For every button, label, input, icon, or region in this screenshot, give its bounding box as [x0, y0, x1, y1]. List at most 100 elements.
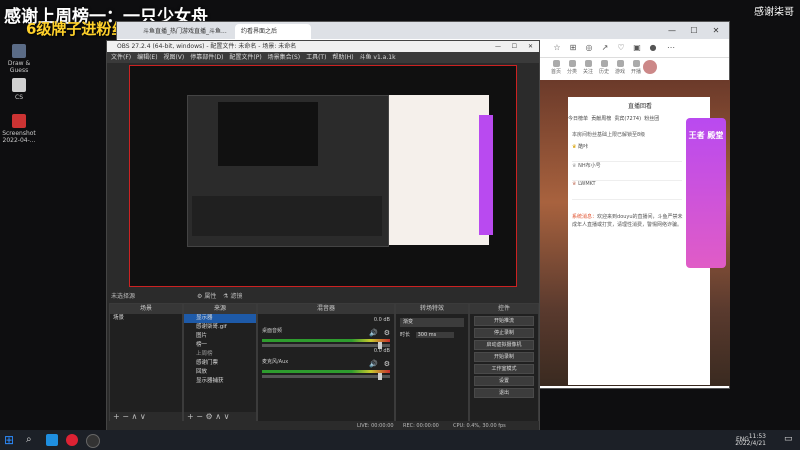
maximize-icon[interactable]: ☐ [683, 22, 705, 39]
menu-douyu[interactable]: 斗鱼 v1.a.1k [359, 54, 395, 61]
menu-edit[interactable]: 编辑(E) [137, 54, 157, 61]
site-nav-home[interactable]: 首页 [549, 60, 563, 75]
tab-vip[interactable]: 贵宾(7274) [614, 116, 641, 122]
site-nav-follow[interactable]: 关注 [581, 60, 595, 75]
windows-start-icon[interactable]: ⊞ [4, 434, 16, 446]
share-icon[interactable]: ↗ [599, 42, 611, 54]
plus-icon[interactable]: + [113, 412, 120, 421]
source-selection-label: 未选择源 [111, 293, 136, 300]
minus-icon[interactable]: − [122, 412, 129, 421]
obs-preview-canvas[interactable] [129, 65, 517, 287]
minimize-icon[interactable]: — [495, 41, 501, 52]
crown-icon: ♛ [572, 144, 577, 150]
close-icon[interactable]: ✕ [705, 22, 727, 39]
exit-button[interactable]: 退出 [474, 388, 534, 398]
gear-icon[interactable]: ⚙ [384, 329, 390, 337]
studio-mode-button[interactable]: 工作室模式 [474, 364, 534, 374]
desktop-icon-cs[interactable]: CS [0, 78, 38, 101]
maximize-icon[interactable]: ☐ [512, 41, 517, 52]
source-item[interactable]: 榜一 [184, 341, 256, 350]
site-nav-game[interactable]: 游戏 [613, 60, 627, 75]
source-item[interactable]: 显示器捕获 [184, 377, 256, 386]
browser-tab-douyu[interactable]: 斗鱼直播_热门游戏直播_斗鱼... [137, 24, 239, 39]
source-item[interactable]: 显示器 [184, 314, 256, 323]
transition-select[interactable]: 渐变 [400, 318, 464, 327]
arrow-down-icon[interactable]: ∨ [224, 412, 230, 421]
obs-icon[interactable] [86, 434, 100, 448]
list-item[interactable]: ♛ LWMKT [572, 181, 682, 200]
minus-icon[interactable]: − [196, 412, 203, 421]
list-item[interactable]: ♛ NH布小号 [572, 162, 682, 181]
volume-meter [262, 339, 390, 342]
star-icon[interactable]: ☆ [551, 42, 563, 54]
source-item[interactable]: 感谢门票 [184, 359, 256, 368]
taskbar-clock[interactable]: 11:53 2022/4/21 [735, 433, 766, 447]
scene-item[interactable]: 场景 [110, 314, 182, 323]
menu-view[interactable]: 视图(V) [163, 54, 184, 61]
arrow-up-icon[interactable]: ∧ [132, 412, 138, 421]
site-nav-category[interactable]: 分类 [565, 60, 579, 75]
list-item[interactable]: ♛ 酷咔 [572, 143, 682, 162]
gear-icon[interactable]: ⚙ [384, 360, 390, 368]
panel-title: 转场特效 [396, 304, 468, 314]
speaker-icon[interactable]: 🔊 [369, 360, 378, 368]
menu-help[interactable]: 帮助(H) [332, 54, 353, 61]
system-message: 系统消息：欢迎来到douyu的直播间，斗鱼严禁未成年人直播或打赏，请理性消费，警… [572, 214, 683, 228]
stop-recording-button[interactable]: 停止录制 [474, 328, 534, 338]
browser-profile-icon[interactable]: ● [647, 42, 659, 54]
speaker-icon[interactable]: 🔊 [369, 329, 378, 337]
menu-tools[interactable]: 工具(T) [306, 54, 326, 61]
sources-dock: 来源 显示器 感谢柒哥.gif 图片 榜一 上周榜 感谢门票 回放 显示器捕获 … [183, 303, 257, 423]
profile-icon[interactable]: ◎ [583, 42, 595, 54]
edge-icon[interactable] [46, 434, 58, 446]
arrow-down-icon[interactable]: ∨ [140, 412, 146, 421]
desktop-icon-screenshot[interactable]: Screenshot 2022-04-... [0, 114, 38, 144]
start-stream-button[interactable]: 开始推流 [474, 316, 534, 326]
plus-icon[interactable]: + [187, 412, 194, 421]
douyu-icon[interactable] [66, 434, 78, 446]
volume-slider[interactable] [262, 342, 390, 349]
source-item[interactable]: 上周榜 [184, 350, 256, 359]
site-nav-history[interactable]: 历史 [597, 60, 611, 75]
arrow-up-icon[interactable]: ∧ [215, 412, 221, 421]
start-recording-button[interactable]: 开始录制 [474, 352, 534, 362]
category-icon [568, 60, 576, 67]
tab-week-rank[interactable]: 贡献周榜 [591, 116, 611, 122]
settings-button[interactable]: 设置 [474, 376, 534, 386]
scenes-dock: 场景 场景 + − ∧ ∨ [109, 303, 183, 423]
virtual-camera-button[interactable]: 启动虚拟摄像机 [474, 340, 534, 350]
duration-input[interactable]: 300 ms [415, 332, 454, 338]
close-icon[interactable]: ✕ [528, 41, 533, 52]
volume-slider[interactable] [262, 373, 390, 380]
bookmark-icon[interactable]: ♡ [615, 42, 627, 54]
source-item[interactable]: 回放 [184, 368, 256, 377]
desktop-icon-draw-guess[interactable]: Draw & Guess [0, 44, 38, 74]
menu-scene-collection[interactable]: 场景集合(S) [268, 54, 301, 61]
gear-icon[interactable]: ⚙ [206, 412, 213, 421]
menu-docks[interactable]: 停靠部件(D) [190, 54, 223, 61]
gear-icon: ⚙ [197, 293, 203, 300]
source-item[interactable]: 感谢柒哥.gif [184, 323, 256, 332]
minimize-icon[interactable]: — [661, 22, 683, 39]
replay-link[interactable]: 直播回看 [628, 101, 652, 110]
properties-button[interactable]: ⚙ 属性 [197, 291, 216, 302]
site-nav-live[interactable]: 开播 [629, 60, 643, 75]
tab-today-rank[interactable]: 今日榜单 [568, 116, 588, 122]
gamepad-icon [616, 60, 624, 67]
filters-button[interactable]: ⚗ 滤镜 [223, 291, 242, 302]
promo-banner[interactable]: 王者 殿堂 [686, 118, 726, 268]
fan-notice: 本房间粉丝基础上限已解锁至8级 [572, 132, 646, 138]
tab-fans[interactable]: 粉丝团 [644, 116, 659, 122]
browser-tab-active[interactable]: 约看界面之后 [235, 24, 311, 39]
search-icon[interactable]: ⌕ [26, 434, 38, 446]
panel-title: 场景 [110, 304, 182, 314]
source-item[interactable]: 图片 [184, 332, 256, 341]
collections-icon[interactable]: ▣ [631, 42, 643, 54]
menu-profile[interactable]: 配置文件(P) [229, 54, 261, 61]
extension-icon[interactable]: ⊞ [567, 42, 579, 54]
browser-tabbar: 斗鱼直播_热门游戏直播_斗鱼... 约看界面之后 — ☐ ✕ [117, 22, 729, 39]
menu-icon[interactable]: ⋯ [665, 42, 677, 54]
menu-file[interactable]: 文件(F) [111, 54, 131, 61]
notification-icon[interactable]: ▭ [784, 434, 793, 444]
user-avatar[interactable] [643, 60, 657, 74]
